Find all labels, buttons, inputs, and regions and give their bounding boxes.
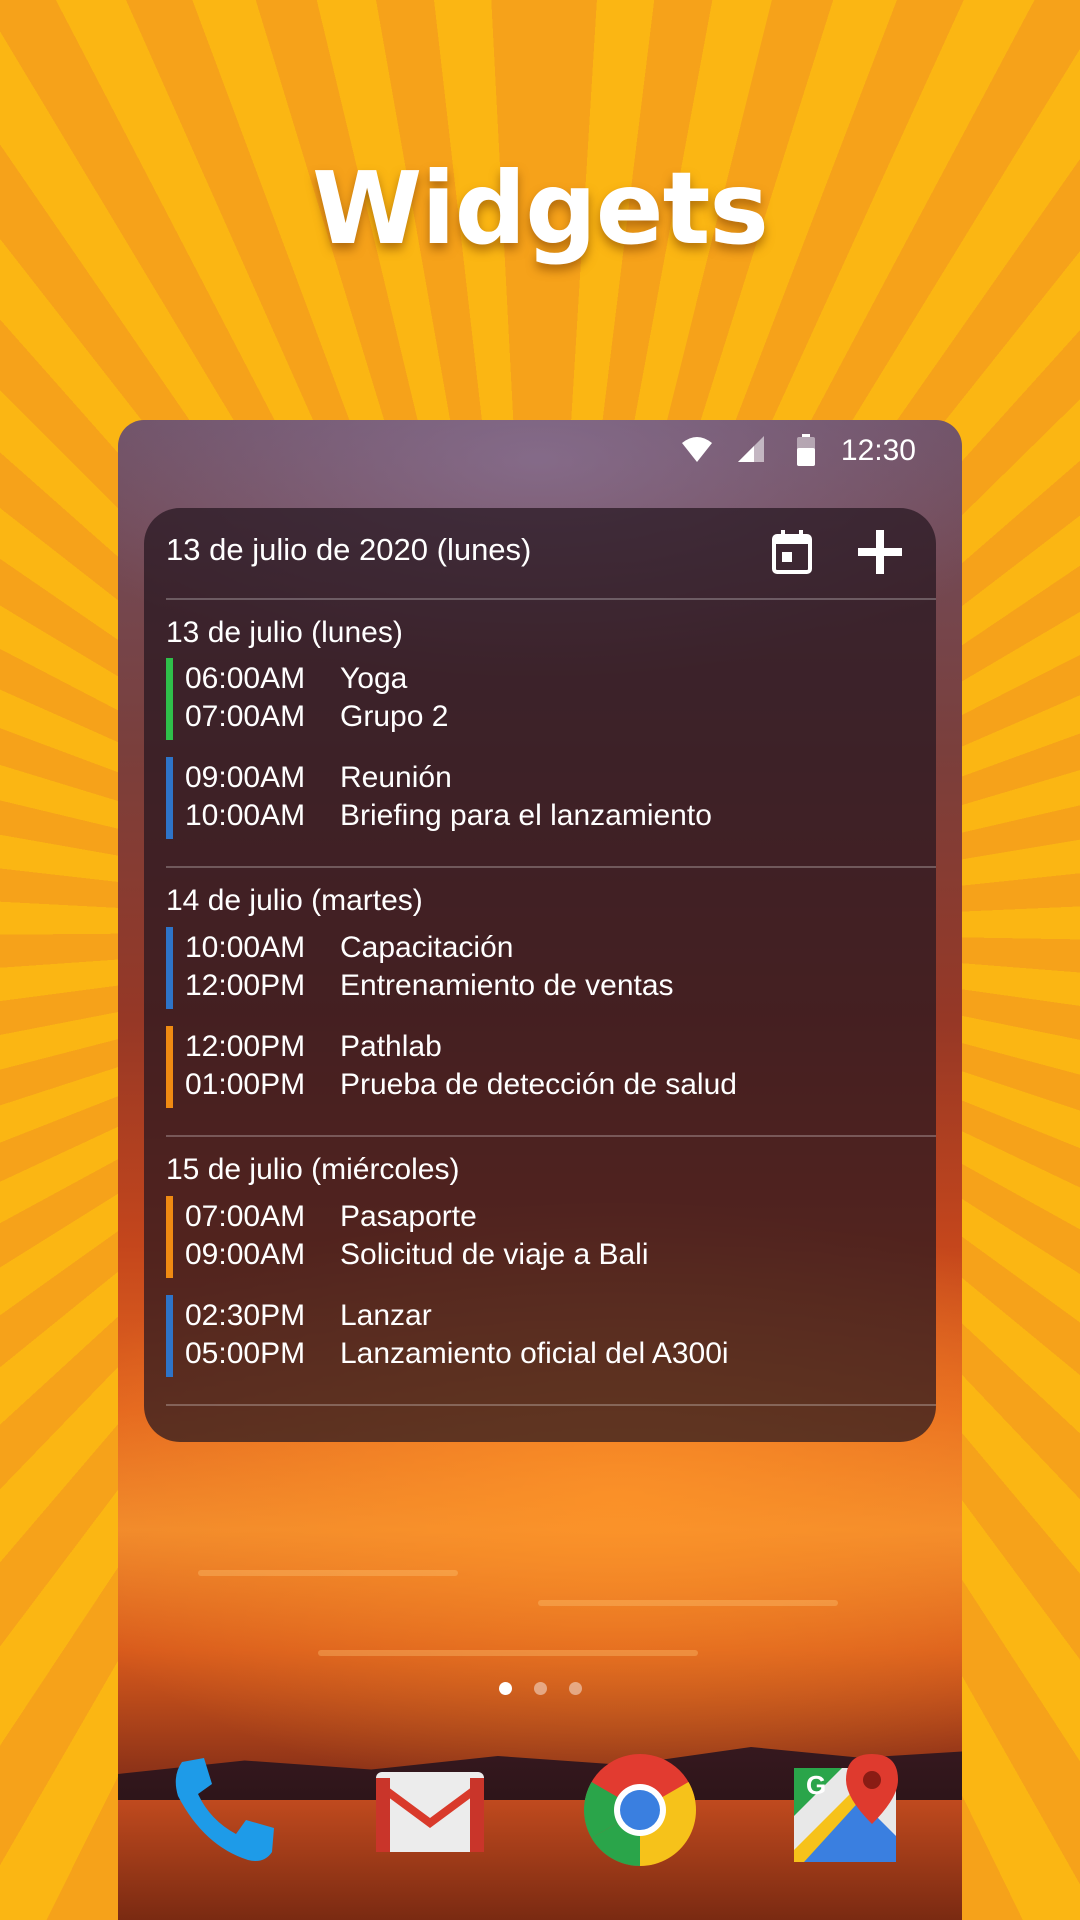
event-detail: Briefing para el lanzamiento: [340, 799, 712, 832]
battery-icon: [797, 434, 815, 466]
event-title: Yoga: [340, 662, 408, 695]
day-header[interactable]: 15 de julio (miércoles): [166, 1153, 459, 1187]
event-end-time: 07:00AM: [185, 700, 306, 733]
event-start-time: 12:00PM: [185, 1030, 306, 1063]
page-dot: [568, 1682, 582, 1695]
event-color-bar: [166, 1295, 173, 1377]
day-header[interactable]: 13 de julio (lunes): [166, 616, 403, 650]
maps-icon[interactable]: G: [786, 1750, 906, 1870]
page-dot-active: [498, 1682, 512, 1695]
promo-title: Widgets: [312, 150, 769, 267]
event-end-time: 12:00PM: [185, 969, 306, 1002]
event-item[interactable]: 12:00PM Pathlab 01:00PM Prueba de detecció…: [166, 1026, 926, 1108]
signal-icon: [738, 436, 764, 462]
divider: [166, 598, 936, 600]
chrome-icon[interactable]: [580, 1750, 700, 1870]
event-title: Reunión: [340, 761, 452, 794]
event-detail: Entrenamiento de ventas: [340, 969, 674, 1002]
gmail-icon[interactable]: [370, 1750, 490, 1870]
calendar-icon[interactable]: [768, 528, 816, 576]
wallpaper-cloud-streak: [198, 1570, 458, 1576]
divider: [166, 1135, 936, 1137]
event-start-time: 10:00AM: [185, 931, 306, 964]
agenda-widget: 13 de julio de 2020 (lunes) 13 de julio …: [144, 508, 936, 1442]
event-item[interactable]: 09:00AM Reunión 10:00AM Briefing para el l…: [166, 757, 926, 839]
event-end-time: 10:00AM: [185, 799, 306, 832]
event-detail: Lanzamiento oficial del A300i: [340, 1337, 729, 1370]
day-header[interactable]: 14 de julio (martes): [166, 884, 423, 918]
event-start-time: 09:00AM: [185, 761, 306, 794]
event-color-bar: [166, 1196, 173, 1278]
event-end-time: 05:00PM: [185, 1337, 306, 1370]
event-color-bar: [166, 757, 173, 839]
event-title: Pasaporte: [340, 1200, 477, 1233]
wallpaper-cloud-streak: [538, 1600, 838, 1606]
event-end-time: 01:00PM: [185, 1068, 306, 1101]
event-color-bar: [166, 1026, 173, 1108]
event-end-time: 09:00AM: [185, 1238, 306, 1271]
status-time: 12:30: [840, 434, 916, 467]
svg-text:G: G: [806, 1770, 826, 1800]
page-indicator: [118, 1682, 962, 1700]
event-detail: Prueba de detección de salud: [340, 1068, 737, 1101]
phone-icon[interactable]: [164, 1750, 284, 1870]
event-start-time: 06:00AM: [185, 662, 306, 695]
event-color-bar: [166, 658, 173, 740]
wallpaper-cloud-streak: [318, 1650, 698, 1656]
page-dot: [533, 1682, 547, 1695]
event-title: Capacitación: [340, 931, 514, 964]
event-item[interactable]: 07:00AM Pasaporte 09:00AM Solicitud de via…: [166, 1196, 926, 1278]
wifi-icon: [682, 437, 712, 462]
status-bar: 12:30: [118, 420, 962, 480]
event-item[interactable]: 10:00AM Capacitación 12:00PM Entrenamiento…: [166, 927, 926, 1009]
widget-header[interactable]: 13 de julio de 2020 (lunes): [144, 508, 936, 600]
event-start-time: 07:00AM: [185, 1200, 306, 1233]
event-title: Pathlab: [340, 1030, 442, 1063]
widget-date-header[interactable]: 13 de julio de 2020 (lunes): [166, 532, 531, 568]
event-detail: Solicitud de viaje a Bali: [340, 1238, 649, 1271]
event-start-time: 02:30PM: [185, 1299, 306, 1332]
divider: [166, 866, 936, 868]
event-item[interactable]: 02:30PM Lanzar 05:00PM Lanzamiento oficial…: [166, 1295, 926, 1377]
event-detail: Grupo 2: [340, 700, 449, 733]
event-item[interactable]: 06:00AM Yoga 07:00AM Grupo 2: [166, 658, 926, 740]
add-icon[interactable]: [854, 526, 906, 578]
event-color-bar: [166, 927, 173, 1009]
divider: [166, 1404, 936, 1406]
event-title: Lanzar: [340, 1299, 432, 1332]
phone-screen: 12:30 13 de julio de 2020 (lunes) 13 de …: [118, 420, 962, 1920]
